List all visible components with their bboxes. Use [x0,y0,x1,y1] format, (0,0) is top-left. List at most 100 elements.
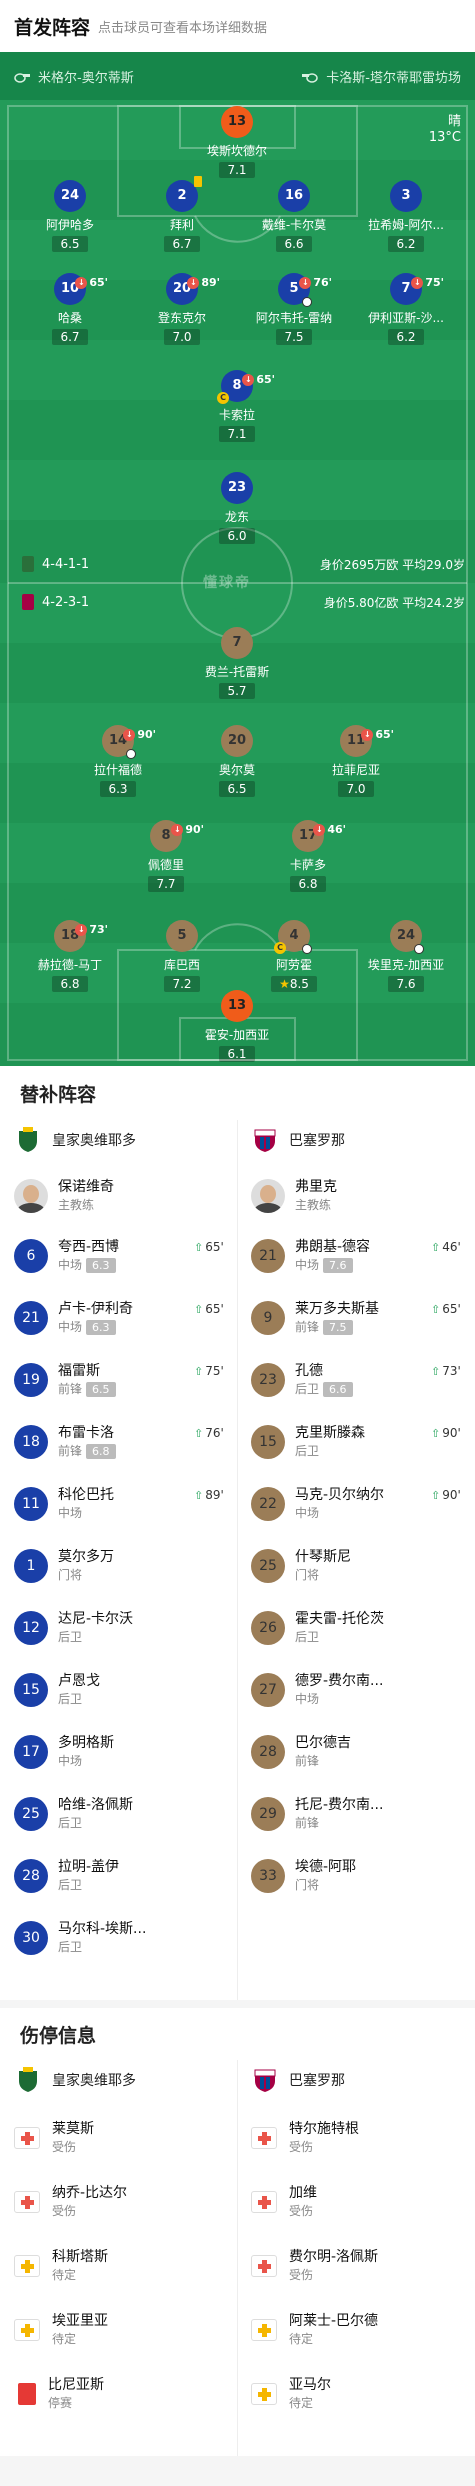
away-player[interactable]: 8 ↓ 90' 佩德里 7.7 [126,820,206,892]
home-team-row[interactable]: 皇家奥维耶多 [14,2066,136,2094]
away-coach[interactable]: 弗里克 主教练 [251,1178,337,1214]
player-name: 卡索拉 [218,408,255,422]
injury-row[interactable]: 科斯塔斯 待定 [14,2248,108,2284]
away-value: 身价5.80亿欧 平均24.2岁 [324,594,465,611]
sub-player-row[interactable]: 22 马克-贝尔纳尔 中场 [251,1486,384,1522]
sub-player-row[interactable]: 25 什琴斯尼 门将 [251,1548,351,1584]
injury-icon [251,2127,277,2149]
sub-player-row[interactable]: 28 巴尔德吉 前锋 [251,1734,351,1770]
sub-player-row[interactable]: 19 福雷斯 前锋 6.5 [14,1362,116,1398]
injury-row[interactable]: 阿莱士-巴尔德 待定 [251,2312,378,2348]
player-position: 前锋 [295,1816,320,1830]
player-rating: 6.8 [290,876,326,892]
jersey-number: 15 [14,1673,48,1707]
sub-player-row[interactable]: 15 克里斯滕森 后卫 [251,1424,365,1460]
home-player[interactable]: 7 ↓ 75' 伊利亚斯-沙... 6.2 [366,273,446,345]
home-player[interactable]: 20 ↓ 89' 登东克尔 7.0 [142,273,222,345]
player-name: 比尼亚斯 [48,2377,104,2393]
jersey-number: 14 ↓ 90' [102,725,156,759]
home-team-name: 皇家奥维耶多 [52,2073,136,2089]
sub-in-icon: ⇧ [194,1240,204,1254]
sub-out-icon: ↓ [313,824,326,836]
sub-player-row[interactable]: 6 夸西-西博 中场 6.3 [14,1238,119,1274]
player-name: 戴维-卡尔莫 [261,218,327,232]
away-player[interactable]: 7 费兰-托雷斯 5.7 [197,627,277,699]
injury-row[interactable]: 亚马尔 待定 [251,2376,331,2412]
home-coach[interactable]: 保诺维奇 主教练 [14,1178,114,1214]
sub-player-row[interactable]: 29 托尼-费尔南... 前锋 [251,1796,383,1832]
away-player[interactable]: 24 埃里克-加西亚 7.6 [366,920,446,992]
injury-row[interactable]: 费尔明-洛佩斯 受伤 [251,2248,378,2284]
player-position: 后卫 [58,1940,83,1954]
injury-row[interactable]: 特尔施特根 受伤 [251,2120,359,2156]
home-player[interactable]: 3 拉希姆-阿尔... 6.2 [366,180,446,252]
sub-player-row[interactable]: 15 卢恩戈 后卫 [14,1672,100,1708]
sub-player-row[interactable]: 11 科伦巴托 中场 [14,1486,114,1522]
sub-player-row[interactable]: 17 多明格斯 中场 [14,1734,114,1770]
player-name: 拉什福德 [93,763,142,777]
sub-in-minute: ⇧ 65' [194,1302,224,1316]
jersey-number: 6 [14,1239,48,1273]
player-rating: 7.0 [164,329,200,345]
away-player[interactable]: 5 库巴西 7.2 [142,920,222,992]
player-rating: 6.2 [388,329,424,345]
sub-player-row[interactable]: 12 达尼-卡尔沃 后卫 [14,1610,133,1646]
sub-player-row[interactable]: 1 莫尔多万 门将 [14,1548,114,1584]
injury-row[interactable]: 纳乔-比达尔 受伤 [14,2184,127,2220]
player-rating: 6.6 [276,236,312,252]
player-name: 赫拉德-马丁 [37,958,103,972]
jersey-number: 15 [251,1425,285,1459]
away-player[interactable]: 18 ↓ 73' 赫拉德-马丁 6.8 [30,920,110,992]
home-player[interactable]: 16 戴维-卡尔莫 6.6 [254,180,334,252]
sub-player-row[interactable]: 21 弗朗基-德容 中场 7.6 [251,1238,370,1274]
player-rating: ★8.5 [271,976,317,992]
sub-in-minute: ⇧ 73' [431,1364,461,1378]
player-rating: 6.1 [219,1046,255,1062]
home-player[interactable]: 24 阿伊哈多 6.5 [30,180,110,252]
home-player[interactable]: 10 ↓ 65' 哈桑 6.7 [30,273,110,345]
injury-row[interactable]: 埃亚里亚 待定 [14,2312,108,2348]
sub-player-row[interactable]: 30 马尔科-埃斯... 后卫 [14,1920,146,1956]
player-name: 科斯塔斯 [52,2249,108,2265]
sub-player-row[interactable]: 28 拉明-盖伊 后卫 [14,1858,119,1894]
away-player-motm[interactable]: 4C 阿劳霍 ★8.5 [254,920,334,992]
home-player[interactable]: 2 拜利 6.7 [142,176,222,252]
goal-ball-icon [302,297,312,307]
away-team-row[interactable]: 巴塞罗那 [251,1126,345,1154]
sub-player-row[interactable]: 33 埃德-阿耶 门将 [251,1858,356,1894]
jersey-number: 21 [14,1301,48,1335]
injury-row[interactable]: 比尼亚斯 停赛 [14,2376,104,2412]
goal-ball-icon [414,944,424,954]
sub-player-row[interactable]: 9 莱万多夫斯基 前锋 7.5 [251,1300,379,1336]
sub-player-row[interactable]: 25 哈维-洛佩斯 后卫 [14,1796,133,1832]
sub-out-icon: ↓ [123,729,136,741]
home-player[interactable]: 23 龙东 6.0 [197,472,277,544]
injury-row[interactable]: 莱莫斯 受伤 [14,2120,94,2156]
away-player[interactable]: 14 ↓ 90' 拉什福德 6.3 [78,725,158,797]
home-player-gk[interactable]: 13 埃斯坎德尔 7.1 [197,106,277,178]
sub-player-row[interactable]: 27 德罗-费尔南... 中场 [251,1672,383,1708]
sub-in-minute: ⇧ 65' [194,1240,224,1254]
player-name: 巴尔德吉 [295,1735,351,1751]
away-player[interactable]: 20 奥尔莫 6.5 [197,725,277,797]
away-team-row[interactable]: 巴塞罗那 [251,2066,345,2094]
away-team-name: 巴塞罗那 [289,1133,345,1149]
sub-player-row[interactable]: 21 卢卡-伊利奇 中场 6.3 [14,1300,133,1336]
home-team-row[interactable]: 皇家奥维耶多 [14,1126,136,1154]
player-rating: 6.6 [323,1382,353,1397]
sub-player-row[interactable]: 26 霍夫雷-托伦茨 后卫 [251,1610,384,1646]
injury-row[interactable]: 加维 受伤 [251,2184,317,2220]
sub-player-row[interactable]: 23 孔德 后卫 6.6 [251,1362,353,1398]
player-name: 亚马尔 [289,2377,331,2393]
home-team-label[interactable]: 米格尔-奥尔蒂斯 [14,67,134,86]
away-player-gk[interactable]: 13 霍安-加西亚 6.1 [197,990,277,1062]
sub-in-icon: ⇧ [194,1364,204,1378]
sub-player-row[interactable]: 18 布雷卡洛 前锋 6.8 [14,1424,116,1460]
home-player[interactable]: 8 ↓ 65' C 卡索拉 7.1 [197,370,277,442]
away-player[interactable]: 11 ↓ 65' 拉菲尼亚 7.0 [316,725,396,797]
player-position: 中场 [58,1258,83,1272]
away-team-label[interactable]: 卡洛斯-塔尔蒂耶雷坊场 [302,67,461,86]
weather-condition: 晴 [447,114,461,129]
home-player[interactable]: 5 ↓ 76' 阿尔韦托-雷纳 7.5 [254,273,334,345]
away-player[interactable]: 17 ↓ 46' 卡萨多 6.8 [268,820,348,892]
